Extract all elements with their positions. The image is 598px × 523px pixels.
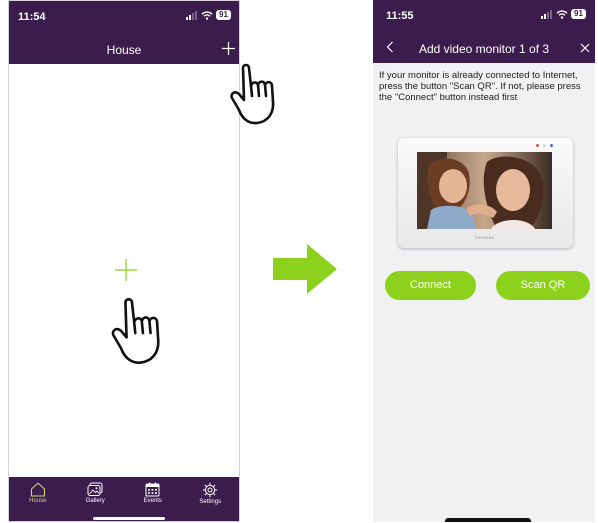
tab-label: Events [143,498,162,504]
hand-pointer-icon [111,297,160,364]
page-title: House [106,43,142,57]
add-device-plus-icon[interactable] [115,259,137,281]
home-icon [30,482,45,497]
signal-icon [186,10,197,20]
wifi-icon [556,9,568,19]
hand-pointer-icon [230,63,275,125]
status-time: 11:54 [18,11,46,23]
battery-indicator: 91 [216,10,231,20]
house-screen: 11:54 91 House House Gallery Events Sett… [8,0,240,522]
arrow-right-icon [273,244,337,294]
calendar-icon [145,482,160,497]
app-header: 11:54 91 House [9,1,239,64]
status-time: 11:55 [386,10,414,22]
connect-button[interactable]: Connect [385,271,476,300]
monitor-brand-label: FERMAX [475,235,495,240]
home-indicator [93,517,165,520]
page-title: Add video monitor 1 of 3 [418,42,550,56]
scan-qr-button[interactable]: Scan QR [496,271,590,300]
family-photo [417,152,552,229]
add-monitor-screen: 11:55 91 Add video monitor 1 of 3 If you… [373,0,595,522]
tab-label: Settings [199,499,222,505]
led-red [536,144,539,147]
tab-house[interactable]: House [13,482,63,504]
home-indicator [445,518,531,522]
tab-gallery[interactable]: Gallery [70,482,120,504]
led-blue [550,144,553,147]
instructions-text: If your monitor is already connected to … [379,70,581,103]
status-icons: 91 [541,9,586,19]
tab-label: House [29,498,47,504]
tab-events[interactable]: Events [128,482,178,504]
wifi-icon [201,10,213,20]
video-monitor-image: FERMAX [398,138,573,248]
battery-indicator: 91 [571,9,586,19]
gallery-icon [87,482,103,496]
signal-icon [541,9,552,19]
close-icon[interactable] [580,43,590,53]
tab-label: Gallery [85,498,105,504]
tab-settings[interactable]: Settings [185,482,235,505]
gear-icon [203,482,218,498]
plus-icon[interactable] [222,42,235,55]
led-white [543,144,546,147]
monitor-screen [417,152,552,229]
app-header: 11:55 91 Add video monitor 1 of 3 [373,0,595,63]
bottom-tab-bar: House Gallery Events Settings [9,477,239,521]
status-icons: 91 [186,10,231,20]
